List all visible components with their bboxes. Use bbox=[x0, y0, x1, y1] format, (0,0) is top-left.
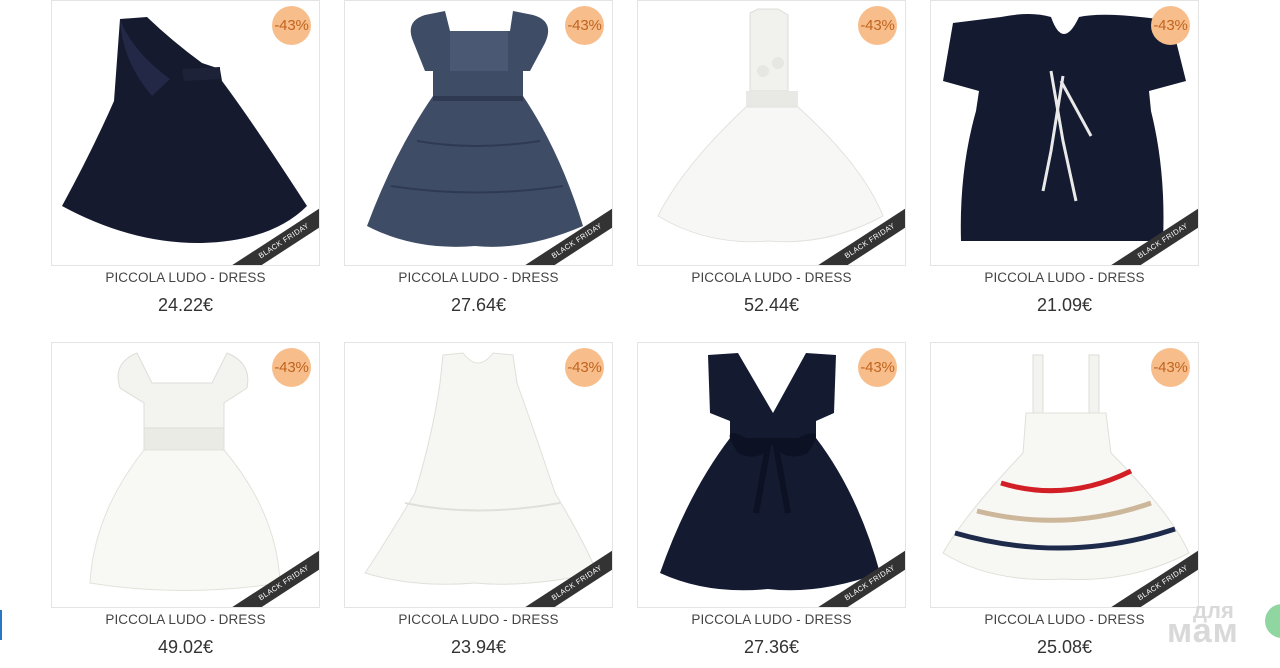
phone-icon[interactable] bbox=[1265, 604, 1280, 638]
product-title[interactable]: PICCOLA LUDO - DRESS bbox=[344, 270, 613, 285]
side-tab[interactable] bbox=[0, 610, 2, 640]
discount-badge: -43% bbox=[1151, 6, 1190, 45]
product-price: 27.64€ bbox=[450, 295, 507, 315]
discount-badge: -43% bbox=[858, 6, 897, 45]
discount-badge: -43% bbox=[565, 348, 604, 387]
watermark-logo: для мам bbox=[1165, 598, 1280, 668]
product-title[interactable]: PICCOLA LUDO - DRESS bbox=[637, 270, 906, 285]
product-image[interactable]: -43% BLACK FRIDAY bbox=[51, 342, 320, 608]
product-grid: -43% BLACK FRIDAY PICCOLA LUDO - DRESS 2… bbox=[0, 0, 1280, 668]
product-price: 52.44€ bbox=[743, 295, 800, 315]
product-price: 23.94€ bbox=[450, 637, 507, 657]
product-title[interactable]: PICCOLA LUDO - DRESS bbox=[51, 270, 320, 285]
product-title[interactable]: PICCOLA LUDO - DRESS bbox=[51, 612, 320, 627]
product-image[interactable]: -43% BLACK FRIDAY bbox=[51, 0, 320, 266]
discount-badge: -43% bbox=[272, 348, 311, 387]
product-card[interactable]: -43% BLACK FRIDAY PICCOLA LUDO - DRESS 2… bbox=[637, 342, 906, 662]
black-friday-ribbon: BLACK FRIDAY bbox=[811, 547, 905, 607]
black-friday-ribbon: BLACK FRIDAY bbox=[225, 205, 319, 265]
black-friday-ribbon: BLACK FRIDAY bbox=[1104, 205, 1198, 265]
black-friday-ribbon: BLACK FRIDAY bbox=[518, 547, 612, 607]
product-card[interactable]: -43% BLACK FRIDAY PICCOLA LUDO - DRESS 4… bbox=[51, 342, 320, 662]
product-price: 49.02€ bbox=[157, 637, 214, 657]
product-title[interactable]: PICCOLA LUDO - DRESS bbox=[930, 270, 1199, 285]
discount-badge: -43% bbox=[565, 6, 604, 45]
product-price: 21.09€ bbox=[1036, 295, 1093, 315]
product-price: 24.22€ bbox=[157, 295, 214, 315]
product-title[interactable]: PICCOLA LUDO - DRESS bbox=[930, 612, 1199, 627]
black-friday-ribbon: BLACK FRIDAY bbox=[811, 205, 905, 265]
product-title[interactable]: PICCOLA LUDO - DRESS bbox=[637, 612, 906, 627]
product-price: 27.36€ bbox=[743, 637, 800, 657]
product-image[interactable]: -43% BLACK FRIDAY bbox=[637, 342, 906, 608]
product-image[interactable]: -43% BLACK FRIDAY bbox=[930, 342, 1199, 608]
product-card[interactable]: -43% BLACK FRIDAY PICCOLA LUDO - DRESS 2… bbox=[51, 0, 320, 320]
black-friday-ribbon: BLACK FRIDAY bbox=[518, 205, 612, 265]
product-image[interactable]: -43% BLACK FRIDAY bbox=[637, 0, 906, 266]
product-card[interactable]: -43% BLACK FRIDAY PICCOLA LUDO - DRESS 2… bbox=[344, 0, 613, 320]
discount-badge: -43% bbox=[1151, 348, 1190, 387]
product-card[interactable]: -43% BLACK FRIDAY PICCOLA LUDO - DRESS 2… bbox=[930, 342, 1199, 662]
product-title[interactable]: PICCOLA LUDO - DRESS bbox=[344, 612, 613, 627]
black-friday-ribbon: BLACK FRIDAY bbox=[225, 547, 319, 607]
discount-badge: -43% bbox=[272, 6, 311, 45]
product-image[interactable]: -43% BLACK FRIDAY bbox=[344, 342, 613, 608]
product-card[interactable]: -43% BLACK FRIDAY PICCOLA LUDO - DRESS 5… bbox=[637, 0, 906, 320]
product-image[interactable]: -43% BLACK FRIDAY bbox=[344, 0, 613, 266]
product-card[interactable]: -43% BLACK FRIDAY PICCOLA LUDO - DRESS 2… bbox=[344, 342, 613, 662]
discount-badge: -43% bbox=[858, 348, 897, 387]
product-image[interactable]: -43% BLACK FRIDAY bbox=[930, 0, 1199, 266]
product-price: 25.08€ bbox=[1036, 637, 1093, 657]
product-card[interactable]: -43% BLACK FRIDAY PICCOLA LUDO - DRESS 2… bbox=[930, 0, 1199, 320]
